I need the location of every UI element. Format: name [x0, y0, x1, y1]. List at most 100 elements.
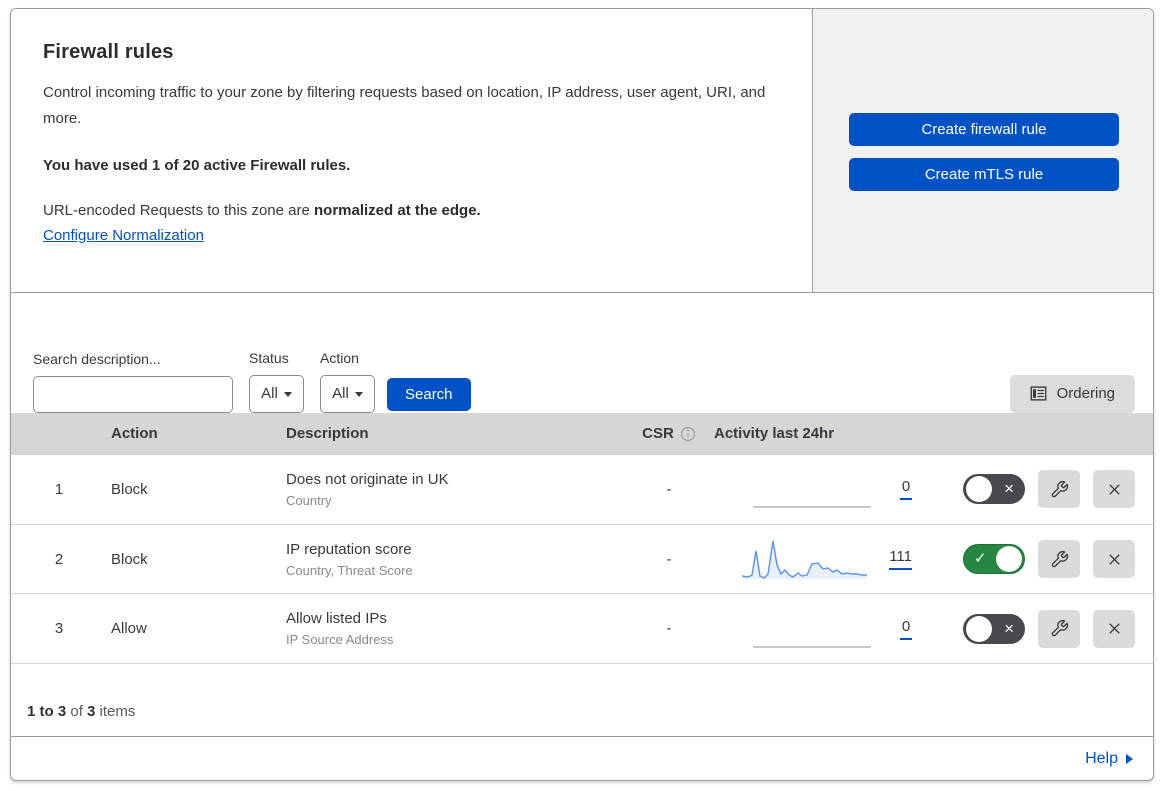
configure-normalization-link[interactable]: Configure Normalization — [43, 227, 204, 244]
rule-enabled-toggle[interactable]: ✓ × — [963, 544, 1025, 574]
rule-csr: - — [612, 620, 702, 637]
toggle-check-icon: ✓ — [974, 551, 987, 566]
rule-fields: IP Source Address — [286, 632, 612, 647]
action-dropdown-value: All — [332, 385, 349, 402]
activity-sparkline — [742, 539, 867, 579]
wrench-icon — [1050, 619, 1069, 638]
table-header: Action Description CSR Activity last 24h… — [11, 413, 1153, 455]
delete-rule-button[interactable] — [1093, 610, 1135, 648]
activity-count-link[interactable]: 0 — [900, 618, 912, 640]
rule-action: Block — [107, 481, 282, 498]
toggle-knob — [966, 616, 992, 642]
normalization-prefix: URL-encoded Requests to this zone are — [43, 202, 314, 219]
toggle-x-icon: × — [1004, 620, 1014, 637]
rule-description-cell: Allow listed IPs IP Source Address — [282, 610, 612, 647]
page-description: Control incoming traffic to your zone by… — [43, 80, 773, 133]
edit-rule-button[interactable] — [1038, 470, 1080, 508]
rule-action: Block — [107, 551, 282, 568]
normalization-bold: normalized at the edge. — [314, 202, 481, 219]
firewall-rules-panel: Firewall rules Control incoming traffic … — [10, 8, 1154, 781]
rule-controls: ✓ × — [942, 540, 1153, 578]
pagination-range: 1 to 3 — [27, 703, 66, 720]
rule-csr: - — [612, 551, 702, 568]
rule-activity-cell: 111 — [702, 539, 942, 579]
toggle-x-icon: × — [1004, 480, 1014, 497]
delete-rule-button[interactable] — [1093, 470, 1135, 508]
close-icon — [1105, 480, 1124, 499]
rule-fields: Country, Threat Score — [286, 563, 612, 578]
usage-summary: You have used 1 of 20 active Firewall ru… — [43, 157, 780, 174]
pagination-of: of — [66, 703, 87, 720]
edit-rule-button[interactable] — [1038, 610, 1080, 648]
close-icon — [1105, 619, 1124, 638]
table-row: 2 Block IP reputation score Country, Thr… — [11, 525, 1153, 595]
activity-count-link[interactable]: 0 — [900, 478, 912, 500]
rule-description-cell: IP reputation score Country, Threat Scor… — [282, 541, 612, 578]
close-icon — [1105, 550, 1124, 569]
rule-csr: - — [612, 481, 702, 498]
ordering-button[interactable]: Ordering — [1010, 375, 1135, 413]
help-bar: Help — [11, 736, 1153, 780]
table-row: 3 Allow Allow listed IPs IP Source Addre… — [11, 594, 1153, 664]
rule-title: IP reputation score — [286, 541, 612, 558]
rule-action: Allow — [107, 620, 282, 637]
search-input[interactable] — [48, 386, 229, 402]
header-description: Description — [282, 425, 612, 442]
create-mtls-rule-button[interactable]: Create mTLS rule — [849, 158, 1119, 191]
activity-sparkline — [753, 469, 878, 509]
intro-block: Firewall rules Control incoming traffic … — [11, 9, 813, 292]
rule-activity-cell: 0 — [702, 609, 942, 649]
pagination-summary: 1 to 3 of 3 items — [11, 664, 1153, 736]
page-title: Firewall rules — [43, 41, 780, 64]
search-box[interactable] — [33, 376, 233, 413]
header-csr-label: CSR — [642, 425, 674, 442]
status-filter-group: Status All — [249, 350, 304, 413]
search-group: Search description... — [33, 351, 233, 413]
activity-sparkline — [753, 609, 878, 649]
rule-title: Allow listed IPs — [286, 610, 612, 627]
search-button[interactable]: Search — [387, 378, 471, 411]
action-dropdown[interactable]: All — [320, 375, 375, 413]
header-activity: Activity last 24hr — [702, 425, 942, 442]
rule-enabled-toggle[interactable]: ✓ × — [963, 614, 1025, 644]
rule-controls: ✓ × — [942, 470, 1153, 508]
chevron-down-icon — [284, 392, 292, 397]
table-row: 1 Block Does not originate in UK Country… — [11, 455, 1153, 525]
wrench-icon — [1050, 480, 1069, 499]
help-link[interactable]: Help — [1085, 750, 1118, 768]
header-csr: CSR — [612, 425, 702, 442]
rule-priority: 2 — [11, 551, 107, 568]
rule-controls: ✓ × — [942, 610, 1153, 648]
header-action: Action — [107, 425, 282, 442]
help-arrow-icon — [1126, 754, 1133, 764]
activity-count-link[interactable]: 111 — [889, 548, 912, 570]
actions-aside: Create firewall rule Create mTLS rule — [813, 9, 1153, 292]
toggle-knob — [966, 476, 992, 502]
rule-description-cell: Does not originate in UK Country — [282, 471, 612, 508]
chevron-down-icon — [355, 392, 363, 397]
action-label: Action — [320, 350, 375, 366]
status-dropdown[interactable]: All — [249, 375, 304, 413]
edit-rule-button[interactable] — [1038, 540, 1080, 578]
rule-fields: Country — [286, 493, 612, 508]
rule-activity-cell: 0 — [702, 469, 942, 509]
info-icon[interactable] — [680, 426, 696, 442]
action-filter-group: Action All — [320, 350, 375, 413]
delete-rule-button[interactable] — [1093, 540, 1135, 578]
header-section: Firewall rules Control incoming traffic … — [11, 9, 1153, 293]
status-dropdown-value: All — [261, 385, 278, 402]
status-label: Status — [249, 350, 304, 366]
ordering-button-label: Ordering — [1057, 385, 1115, 402]
rule-title: Does not originate in UK — [286, 471, 612, 488]
search-label: Search description... — [33, 351, 233, 367]
normalization-note: URL-encoded Requests to this zone are no… — [43, 202, 780, 219]
wrench-icon — [1050, 550, 1069, 569]
rule-priority: 1 — [11, 481, 107, 498]
create-firewall-rule-button[interactable]: Create firewall rule — [849, 113, 1119, 146]
toggle-knob — [996, 546, 1022, 572]
ordering-list-icon — [1030, 385, 1047, 402]
rule-enabled-toggle[interactable]: ✓ × — [963, 474, 1025, 504]
rule-priority: 3 — [11, 620, 107, 637]
pagination-items: items — [95, 703, 135, 720]
filter-bar: Search description... Status All Action … — [11, 293, 1153, 413]
